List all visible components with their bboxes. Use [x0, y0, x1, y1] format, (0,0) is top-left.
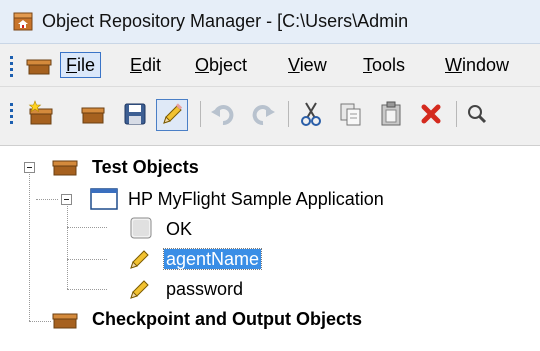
save-icon[interactable]: [120, 99, 150, 129]
menu-view[interactable]: View: [283, 52, 332, 78]
open-icon[interactable]: [78, 99, 108, 129]
title-bar: Object Repository Manager - [C:\Users\Ad…: [0, 0, 540, 44]
toolbar-separator: [200, 101, 201, 127]
tree-line: [36, 199, 58, 201]
menu-bar: File Edit Object View Tools Window: [0, 44, 540, 87]
menu-window[interactable]: Window: [440, 52, 514, 78]
menu-edit[interactable]: Edit: [125, 52, 166, 78]
tree-line: [29, 167, 31, 321]
search-icon[interactable]: [462, 99, 492, 129]
menu-object[interactable]: Object: [190, 52, 252, 78]
button-icon: [130, 217, 152, 239]
undo-icon[interactable]: [208, 99, 238, 129]
tree-line: [29, 321, 51, 323]
toolbar-separator: [288, 101, 289, 127]
toolbar-separator: [456, 101, 457, 127]
edit-field-icon: [130, 250, 149, 269]
edit-button[interactable]: [156, 99, 188, 131]
tree-node-agentname[interactable]: agentName: [162, 247, 263, 271]
delete-icon[interactable]: [416, 99, 446, 129]
new-object-icon[interactable]: [26, 99, 56, 129]
toolbar-grip[interactable]: [10, 103, 14, 127]
tree-line: [67, 289, 107, 291]
repository-icon: [52, 160, 78, 176]
tree-line: [67, 227, 107, 229]
paste-icon[interactable]: [376, 99, 406, 129]
tree-node-test-objects[interactable]: Test Objects: [92, 155, 199, 179]
toolbar: [0, 87, 540, 146]
redo-icon[interactable]: [248, 99, 278, 129]
edit-pencil-icon: [163, 103, 183, 124]
tree-line: [67, 197, 69, 289]
object-tree[interactable]: Test Objects HP MyFlight Sample Applicat…: [0, 149, 540, 351]
menu-tools[interactable]: Tools: [358, 52, 410, 78]
menubar-grip[interactable]: [10, 56, 14, 80]
cut-icon[interactable]: [296, 99, 326, 129]
copy-icon[interactable]: [336, 99, 366, 129]
repository-icon: [52, 313, 78, 329]
tree-node-window[interactable]: HP MyFlight Sample Application: [128, 187, 384, 211]
tree-node-checkpoints[interactable]: Checkpoint and Output Objects: [92, 307, 362, 331]
window-icon: [90, 188, 118, 210]
edit-field-icon: [130, 280, 149, 299]
app-icon: [13, 12, 33, 31]
tree-node-ok[interactable]: OK: [166, 217, 192, 241]
repository-icon: [26, 59, 52, 75]
collapse-toggle[interactable]: [24, 162, 35, 173]
tree-node-password[interactable]: password: [166, 277, 243, 301]
collapse-toggle[interactable]: [61, 194, 72, 205]
window-title: Object Repository Manager - [C:\Users\Ad…: [42, 11, 409, 31]
menu-file[interactable]: File: [60, 52, 102, 78]
tree-line: [67, 259, 107, 261]
